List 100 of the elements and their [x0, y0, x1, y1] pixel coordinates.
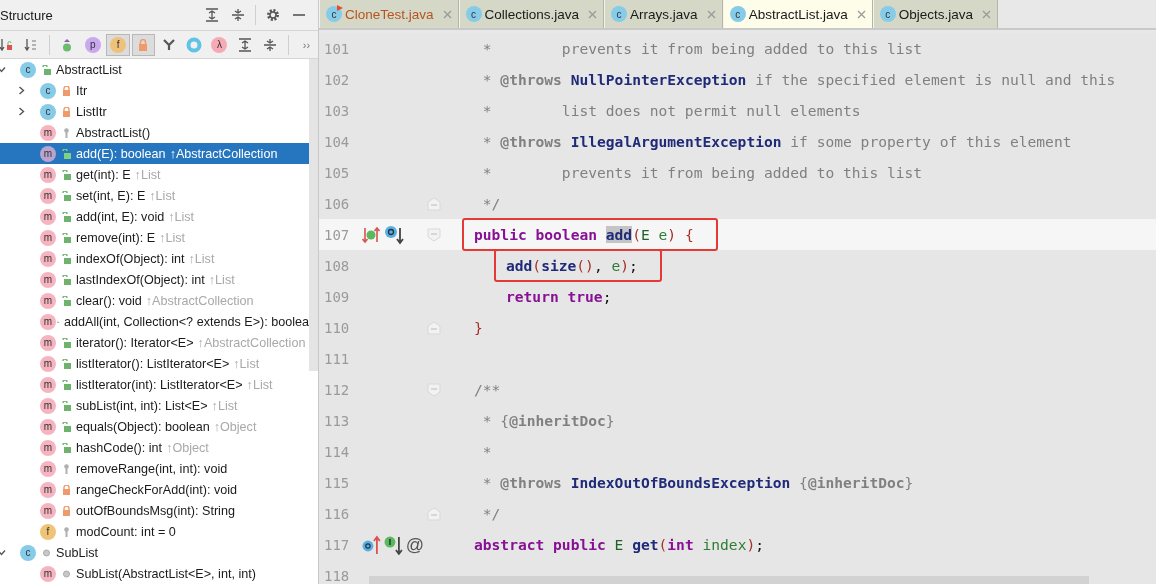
line-number: 114 [323, 443, 351, 460]
line-number: 104 [323, 133, 351, 150]
close-icon[interactable] [706, 9, 716, 19]
inherited-from: ↑List [233, 356, 260, 371]
class-icon: c [879, 6, 896, 22]
class-icon: c [611, 6, 628, 22]
tree-item[interactable]: m iterator(): Iterator<E> ↑AbstractCollection [0, 332, 309, 353]
line-number: 108 [323, 257, 351, 274]
inherited-from: ↑Object [166, 440, 209, 455]
tree-item[interactable]: m listIterator(int): ListIterator<E> ↑List [0, 374, 309, 395]
expand-all-icon [237, 37, 252, 52]
method-icon: m [40, 313, 56, 330]
close-icon[interactable] [856, 9, 866, 19]
tree-item[interactable]: m removeRange(int, int): void [0, 458, 309, 479]
item-label: indexOf(Object): int [76, 251, 185, 266]
editor-tab[interactable]: c AbstractList.java [722, 0, 873, 28]
runnable-class-icon: c [326, 6, 342, 22]
editor-tab[interactable]: c Objects.java [872, 0, 998, 28]
tree-item[interactable]: m outOfBoundsMsg(int): String [0, 500, 309, 521]
method-icon: m [40, 145, 56, 162]
tree-item[interactable]: c Itr [0, 80, 309, 101]
item-label: iterator(): Iterator<E> [76, 335, 194, 350]
tree-item[interactable]: m SubList(AbstractList<E>, int, int) [0, 563, 309, 584]
method-icon: m [40, 271, 56, 288]
inherited-from: ↑List [149, 188, 176, 203]
tab-label: Arrays.java [630, 6, 698, 22]
class-icon: c [40, 103, 56, 120]
inherited-from: ↑AbstractCollection [169, 146, 278, 161]
line-number: 118 [323, 567, 351, 584]
tree-item[interactable]: f modCount: int = 0 [0, 521, 309, 542]
sort-alpha-icon [24, 37, 38, 52]
method-icon: m [40, 502, 56, 519]
close-icon[interactable] [442, 9, 452, 19]
line-number: 105 [323, 164, 351, 181]
method-icon: m [40, 292, 56, 309]
inherited-from: ↑List [211, 398, 238, 413]
tree-item[interactable]: c AbstractList [0, 59, 309, 80]
tree-item[interactable]: m clear(): void ↑AbstractCollection [0, 290, 309, 311]
tree-item[interactable]: m rangeCheckForAdd(int): void [0, 479, 309, 500]
method-icon: m [40, 250, 56, 267]
tree-item[interactable]: m AbstractList() [0, 122, 309, 143]
tree-item[interactable]: m add(E): boolean ↑AbstractCollection [0, 143, 309, 164]
code-line: * @throws IndexOutOfBoundsException {@inheritDoc} [481, 474, 914, 491]
tree-item[interactable]: m addAll(int, Collection<? extends E>): boolea [0, 311, 309, 332]
close-icon[interactable] [982, 9, 991, 19]
item-label: rangeCheckForAdd(int): void [76, 482, 237, 497]
line-number: 112 [323, 381, 351, 398]
item-label: hashCode(): int [76, 440, 163, 455]
editor-tab[interactable]: c Arrays.java [604, 0, 723, 28]
close-icon[interactable] [588, 9, 598, 19]
chevron-right-icon[interactable] [17, 107, 26, 116]
code-line: add(size(), e); [506, 257, 638, 274]
tree-item[interactable]: m lastIndexOf(Object): int ↑List [0, 269, 309, 290]
tree-item[interactable]: m hashCode(): int ↑Object [0, 437, 309, 458]
tree-item[interactable]: m add(int, E): void ↑List [0, 206, 309, 227]
collapse-all-icon [263, 37, 278, 52]
editor-tab[interactable]: c Collections.java [458, 0, 605, 28]
line-number: 110 [323, 319, 351, 336]
class-icon: c [729, 6, 746, 22]
tree-item[interactable]: m subList(int, int): List<E> ↑List [0, 395, 309, 416]
code-line: abstract public E get(int index); [474, 536, 764, 553]
line-number: 107 [323, 226, 351, 243]
inherited-from: ↑Object [213, 419, 257, 434]
code-line: */ [481, 505, 501, 522]
item-label: AbstractList() [76, 125, 151, 140]
code-line: * prevents it from being added to this list [481, 164, 923, 181]
code-line: return true; [506, 288, 612, 305]
chevron-right-icon[interactable] [17, 86, 26, 95]
tree-item[interactable]: m equals(Object): boolean ↑Object [0, 416, 309, 437]
line-number: 115 [323, 474, 351, 491]
inherited-from: ↑List [246, 377, 273, 392]
item-label: SubList(AbstractList<E>, int, int) [76, 566, 256, 581]
item-label: modCount: int = 0 [76, 524, 176, 539]
item-label: remove(int): E [76, 230, 156, 245]
tab-label: AbstractList.java [748, 6, 848, 22]
inherited-from: ↑List [208, 272, 235, 287]
more-button[interactable]: ›› [294, 33, 319, 56]
implements-icon [362, 225, 382, 244]
expand-all-icon [205, 8, 219, 22]
inherited-from: ↑List [188, 251, 215, 266]
item-label: add(int, E): void [76, 209, 165, 224]
tree-item[interactable]: m indexOf(Object): int ↑List [0, 248, 309, 269]
item-label: add(E): boolean [76, 146, 166, 161]
tree-item[interactable]: m listIterator(): ListIterator<E> ↑List [0, 353, 309, 374]
implemented-icon [383, 534, 404, 555]
method-icon: m [40, 376, 56, 393]
editor-tab[interactable]: c CloneTest.java [319, 0, 459, 28]
method-icon: m [40, 229, 56, 246]
tree-item[interactable]: m remove(int): E ↑List [0, 227, 309, 248]
sort-visibility-icon [0, 37, 13, 52]
scrollbar[interactable] [309, 59, 318, 371]
code-line: } [474, 319, 483, 336]
tree-item[interactable]: c ListItr [0, 101, 309, 122]
tree-item[interactable]: m set(int, E): E ↑List [0, 185, 309, 206]
tree-item[interactable]: c SubList [0, 542, 309, 563]
tab-label: Collections.java [484, 6, 580, 22]
item-label: lastIndexOf(Object): int [76, 272, 205, 287]
method-icon: m [40, 481, 56, 498]
method-icon: m [40, 439, 56, 456]
tree-item[interactable]: m get(int): E ↑List [0, 164, 309, 185]
